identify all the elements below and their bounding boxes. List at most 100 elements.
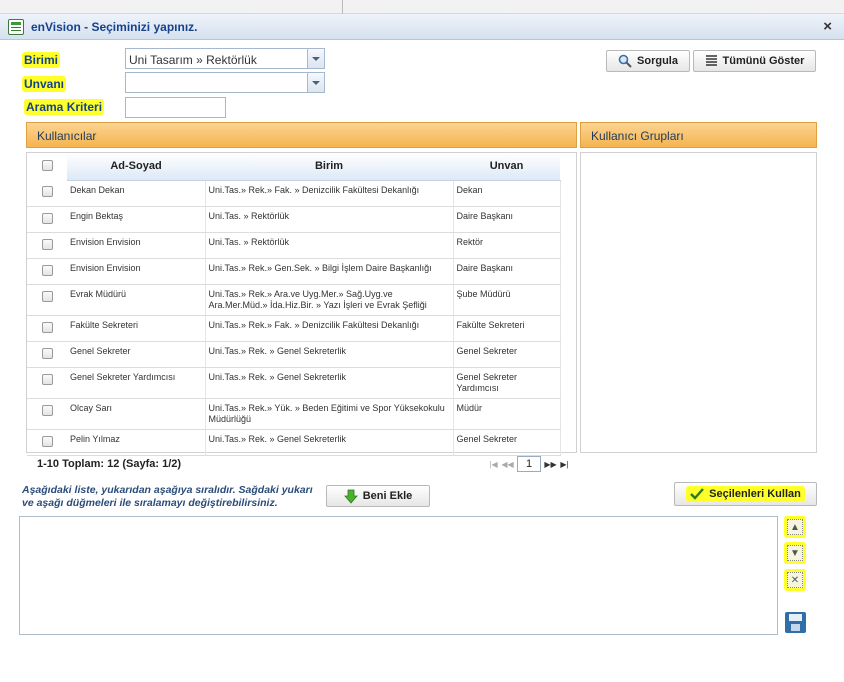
selection-dialog: enVision - Seçiminizi yapınız. × Birimi … [0,14,844,682]
move-up-button[interactable]: ▲ [784,516,806,538]
row-birim: Uni.Tas. » Rektörlük [205,206,454,233]
row-birim: Uni.Tas.» Rek. » Genel Sekreterlik [205,429,454,456]
row-name: Pelin Yılmaz [67,429,206,456]
first-page-icon[interactable]: |◀ [487,458,500,471]
delete-icon: ✕ [787,572,803,588]
table-row[interactable]: Envision Envision Uni.Tas.» Rek.» Gen.Se… [27,258,561,285]
next-page-icon[interactable]: ▶▶ [544,458,557,471]
users-table-header: Ad-Soyad Birim Unvan [27,153,560,181]
row-birim: Uni.Tas.» Rek.» Fak. » Denizcilik Fakült… [205,180,454,207]
row-birim: Uni.Tas.» Rek.» Gen.Sek. » Bilgi İşlem D… [205,258,454,285]
table-row[interactable]: Genel Sekreter Yardımcısı Uni.Tas.» Rek.… [27,367,561,399]
col-birim[interactable]: Birim [205,153,453,181]
row-unvan: Daire Başkanı [453,258,561,285]
row-checkbox[interactable] [41,238,53,250]
row-name: Genel Sekreter Yardımcısı [67,367,206,399]
remove-button[interactable]: ✕ [784,569,806,591]
sorgula-button[interactable]: Sorgula [606,50,690,72]
selected-users-list[interactable] [19,516,778,635]
row-name: Envision Envision [67,258,206,285]
chevron-down-icon[interactable] [307,73,324,92]
table-row[interactable]: Fakülte Sekreteri Uni.Tas.» Rek.» Fak. »… [27,315,561,342]
close-icon[interactable]: × [823,18,832,35]
checkmark-icon [690,488,705,500]
col-ad-soyad[interactable]: Ad-Soyad [67,153,205,181]
table-row[interactable]: Engin Bektaş Uni.Tas. » Rektörlük Daire … [27,206,561,233]
row-checkbox[interactable] [41,264,53,276]
arama-kriteri-input[interactable] [125,97,226,118]
list-icon [705,55,717,66]
row-name: Genel Sekreter [67,341,206,368]
last-page-icon[interactable]: ▶| [558,458,571,471]
row-checkbox[interactable] [41,373,53,385]
row-birim: Uni.Tas.» Rek.» Fak. » Denizcilik Fakült… [205,315,454,342]
users-grid: Ad-Soyad Birim Unvan Dekan Dekan Uni.Tas… [26,152,577,456]
move-down-button[interactable]: ▼ [784,542,806,564]
birimi-value: Uni Tasarım » Rektörlük [129,53,257,67]
table-row[interactable]: Evrak Müdürü Uni.Tas.» Rek.» Ara.ve Uyg.… [27,284,561,316]
users-panel-header: Kullanıcılar [26,122,577,148]
row-checkbox[interactable] [41,404,53,416]
birimi-label: Birimi [22,52,61,68]
row-checkbox[interactable] [41,435,53,447]
arama-kriteri-label: Arama Kriteri [24,99,105,115]
table-row[interactable]: Olcay Sarı Uni.Tas.» Rek.» Yük. » Beden … [27,398,561,430]
table-row[interactable]: Dekan Dekan Uni.Tas.» Rek.» Fak. » Deniz… [27,180,561,207]
select-all-checkbox[interactable] [41,159,53,171]
col-unvan[interactable]: Unvan [453,153,560,181]
table-row[interactable]: Envision Envision Uni.Tas. » Rektörlük R… [27,232,561,259]
floppy-disk-icon[interactable] [785,612,806,633]
paging-summary: 1-10 Toplam: 12 (Sayfa: 1/2) [37,458,182,470]
dialog-titlebar: enVision - Seçiminizi yapınız. × [0,14,844,40]
magnifier-icon [618,54,632,68]
prev-page-icon[interactable]: ◀◀ [501,458,514,471]
row-name: Evrak Müdürü [67,284,206,316]
ordering-info-text: Aşağıdaki liste, yukarıdan aşağıya sıral… [22,484,313,509]
row-birim: Uni.Tas. » Rektörlük [205,232,454,259]
row-checkbox[interactable] [41,186,53,197]
beni-ekle-button[interactable]: Beni Ekle [326,485,430,507]
chevron-down-icon[interactable] [307,49,324,68]
tumunu-goster-label: Tümünü Göster [722,55,805,67]
unvani-label: Unvanı [22,76,67,92]
row-unvan: Genel Sekreter [453,429,561,456]
arrow-down-icon: ▼ [787,545,803,561]
birimi-combo[interactable]: Uni Tasarım » Rektörlük [125,48,325,69]
beni-ekle-label: Beni Ekle [362,490,413,502]
pager: |◀ ◀◀ 1 ▶▶ ▶| [487,454,571,474]
arrow-up-icon: ▲ [787,519,803,535]
table-row[interactable]: Genel Sekreter Uni.Tas.» Rek. » Genel Se… [27,341,561,368]
row-unvan: Dekan [453,180,561,207]
row-name: Engin Bektaş [67,206,206,233]
row-checkbox[interactable] [41,321,53,333]
row-checkbox[interactable] [41,347,53,359]
row-checkbox[interactable] [41,212,53,224]
row-unvan: Daire Başkanı [453,206,561,233]
window-form-icon [8,19,24,35]
secilenleri-kullan-highlight: Seçilenleri Kullan [686,486,805,502]
row-name: Envision Envision [67,232,206,259]
row-unvan: Genel Sekreter Yardımcısı [453,367,561,399]
sorgula-label: Sorgula [637,55,678,67]
page-number-input[interactable]: 1 [517,456,541,472]
unvani-combo[interactable] [125,72,325,93]
row-checkbox[interactable] [41,290,53,302]
green-down-arrow-icon [343,489,358,504]
row-unvan: Şube Müdürü [453,284,561,316]
groups-panel-header: Kullanıcı Grupları [580,122,817,148]
row-unvan: Genel Sekreter [453,341,561,368]
row-birim: Uni.Tas.» Rek.» Ara.ve Uyg.Mer.» Sağ.Uyg… [205,284,454,316]
tumunu-goster-button[interactable]: Tümünü Göster [693,50,816,72]
row-birim: Uni.Tas.» Rek.» Yük. » Beden Eğitimi ve … [205,398,454,430]
row-unvan: Müdür [453,398,561,430]
users-table: Ad-Soyad Birim Unvan Dekan Dekan Uni.Tas… [27,153,561,456]
row-name: Olcay Sarı [67,398,206,430]
outer-top-bar [0,0,844,14]
groups-grid [580,152,817,453]
secilenleri-kullan-label: Seçilenleri Kullan [709,488,801,500]
secilenleri-kullan-button[interactable]: Seçilenleri Kullan [674,482,817,506]
table-row[interactable]: Pelin Yılmaz Uni.Tas.» Rek. » Genel Sekr… [27,429,561,456]
row-name: Dekan Dekan [67,180,206,207]
row-birim: Uni.Tas.» Rek. » Genel Sekreterlik [205,367,454,399]
select-all-cell [27,153,67,180]
